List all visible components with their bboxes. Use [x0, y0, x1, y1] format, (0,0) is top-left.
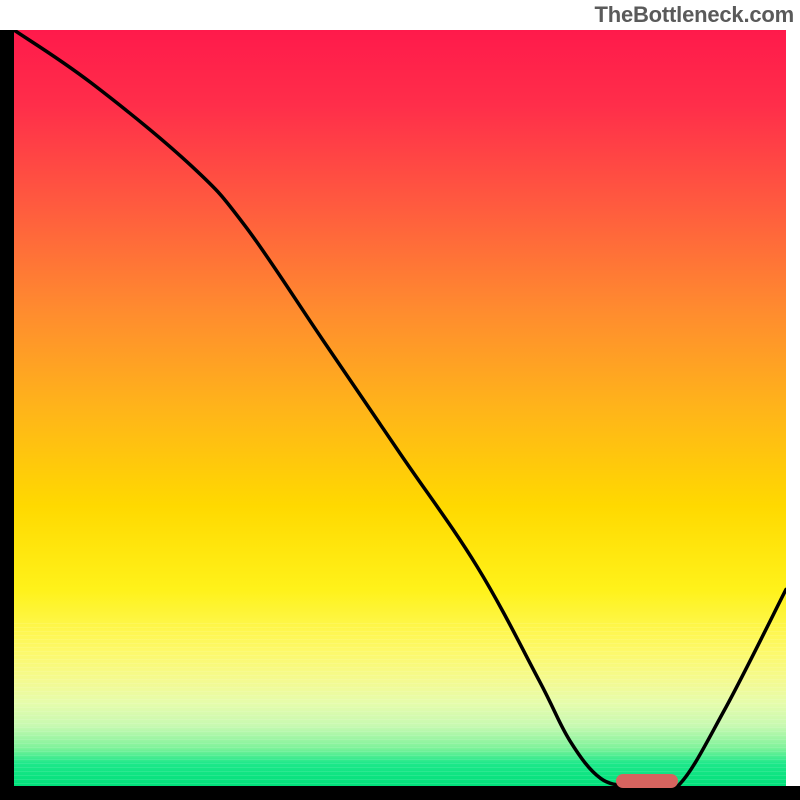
x-axis	[0, 786, 800, 800]
optimal-range-marker	[616, 774, 678, 788]
watermark-text: TheBottleneck.com	[594, 2, 794, 28]
bottleneck-curve	[14, 30, 786, 786]
y-axis	[0, 30, 14, 786]
